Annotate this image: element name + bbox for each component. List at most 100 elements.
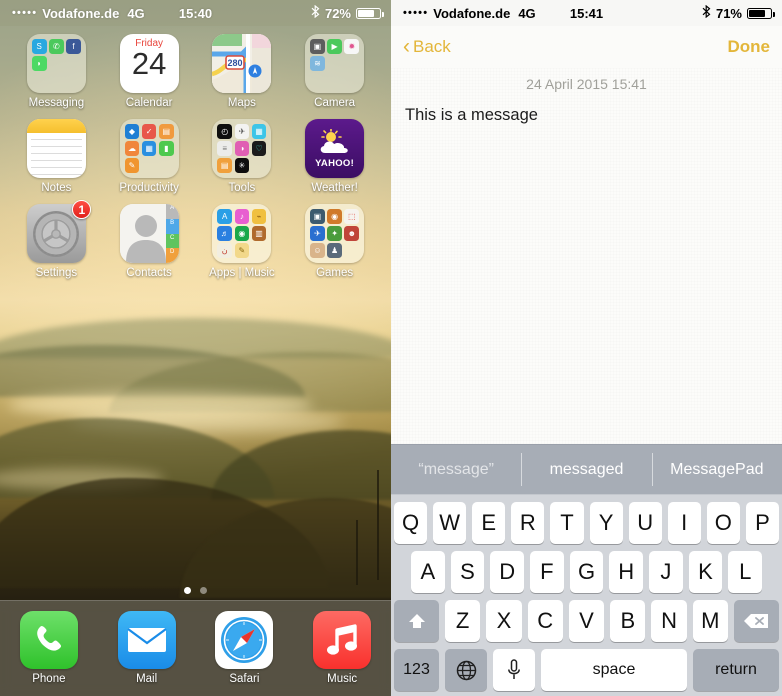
key-O[interactable]: O — [706, 502, 740, 544]
key-W[interactable]: W — [433, 502, 467, 544]
wallpaper-utility-pole — [377, 470, 379, 580]
key-A[interactable]: A — [410, 551, 445, 593]
suggestion-third[interactable]: MessagePad — [651, 445, 782, 494]
key-F[interactable]: F — [530, 551, 564, 593]
bluetooth-icon — [702, 4, 711, 21]
key-H[interactable]: H — [609, 551, 644, 593]
app-calendar[interactable]: Friday 24 Calendar — [110, 34, 188, 109]
dock-label: Music — [327, 673, 358, 685]
flight-game-mini-icon: ✈ — [310, 226, 325, 241]
key-S[interactable]: S — [450, 551, 485, 593]
phone-handset-icon — [37, 626, 61, 651]
clock-mini-icon: ◴ — [217, 124, 233, 139]
key-L[interactable]: L — [728, 551, 763, 593]
key-I[interactable]: I — [667, 502, 701, 544]
key-B[interactable]: B — [610, 600, 646, 642]
app-productivity[interactable]: ◆ ✓ ▤ ☁ ▦ ▮ ✎ Productivity — [110, 119, 188, 194]
app-tools[interactable]: ◴ ✈ ▦ ≡ ◑ ♡ ▤ ✳ Tools — [203, 119, 281, 194]
app-settings[interactable]: 1 Settings — [17, 200, 95, 279]
key-U[interactable]: U — [628, 502, 662, 544]
page-dot[interactable] — [200, 587, 207, 594]
dropbox-mini-icon: ◆ — [124, 124, 140, 139]
key-X[interactable]: X — [486, 600, 522, 642]
key-T[interactable]: T — [550, 502, 584, 544]
garageband-mini-icon: ♬ — [217, 226, 233, 241]
app-label: Maps — [227, 97, 256, 109]
messaging-folder-icon: S ✆ f ◗ — [26, 34, 86, 93]
space-key[interactable]: space — [541, 649, 687, 691]
app-notes[interactable]: Notes — [17, 119, 95, 194]
dock-item-mail[interactable]: Mail — [108, 611, 186, 685]
app-label: Settings — [35, 267, 78, 279]
app-apps-music[interactable]: A ♪ ⌁ ♬ ◉ ▥ ن ✎ Apps | Music — [203, 204, 281, 279]
key-P[interactable]: P — [745, 502, 779, 544]
arabic-app-mini-icon: ن — [217, 243, 233, 258]
safari-compass-icon — [215, 611, 274, 669]
passbook-mini-icon: ▤ — [217, 158, 233, 173]
note-content-text[interactable]: This is a message — [405, 106, 768, 125]
bluetooth-icon-svg — [311, 4, 320, 19]
key-K[interactable]: K — [688, 551, 723, 593]
app-row: 1 Settings A B C D Contacts A ♪ ⌁ ♬ ◉ ▥ … — [10, 200, 381, 279]
dock-label: Safari — [229, 673, 260, 685]
photos-mini-icon: ✹ — [344, 39, 360, 54]
key-Y[interactable]: Y — [589, 502, 623, 544]
contacts-tab: C — [165, 233, 179, 249]
dock-item-music[interactable]: Music — [303, 611, 381, 685]
app-games[interactable]: ▣ ◉ ⬚ ✈ ✦ ☻ ☺ ♟ Games — [296, 204, 374, 279]
wallpaper-utility-pole — [356, 520, 358, 585]
key-Z[interactable]: Z — [445, 600, 481, 642]
done-button[interactable]: Done — [728, 37, 771, 57]
note-text-area[interactable]: 24 April 2015 15:41 This is a message — [391, 68, 782, 444]
apps-music-folder-icon: A ♪ ⌁ ♬ ◉ ▥ ن ✎ — [212, 204, 272, 263]
dock-item-phone[interactable]: Phone — [10, 611, 88, 685]
note-timestamp: 24 April 2015 15:41 — [526, 76, 647, 92]
key-M[interactable]: M — [692, 600, 728, 642]
page-dot-active[interactable] — [184, 587, 191, 594]
return-key[interactable]: return — [693, 649, 779, 691]
suggestion-second[interactable]: messaged — [521, 445, 651, 494]
colors-mini-icon: ◑ — [234, 141, 250, 156]
key-E[interactable]: E — [472, 502, 506, 544]
wallpaper-ridge — [211, 430, 391, 500]
key-N[interactable]: N — [651, 600, 687, 642]
app-label: Notes — [41, 182, 72, 194]
key-V[interactable]: V — [568, 600, 605, 642]
key-R[interactable]: R — [511, 502, 545, 544]
microphone-icon[interactable] — [493, 649, 535, 691]
page-indicator-dots[interactable] — [0, 587, 391, 594]
game-mini-icon: ◉ — [327, 209, 342, 224]
settings-badge-count: 1 — [72, 200, 92, 219]
keyboard-row-1: Q W E R T Y U I O P — [391, 502, 782, 544]
key-Q[interactable]: Q — [394, 502, 428, 544]
camera-folder-icon: ▣ ▶ ✹ ≋ — [305, 34, 365, 93]
dock-item-safari[interactable]: Safari — [205, 611, 283, 685]
bluetooth-icon — [311, 4, 320, 21]
game-mini-icon: ▣ — [310, 209, 325, 224]
app-contacts[interactable]: A B C D Contacts — [110, 204, 188, 279]
back-button[interactable]: ‹ Back — [403, 36, 451, 57]
settings-mini-icon: ≡ — [217, 141, 233, 156]
game-mini-icon: ☻ — [344, 226, 360, 241]
key-J[interactable]: J — [649, 551, 683, 593]
app-messaging[interactable]: S ✆ f ◗ Messaging — [17, 34, 95, 109]
iphone-home-screen: ••••• Vodafone.de 4G 15:40 72% S ✆ f ◗ M… — [0, 0, 391, 696]
airdrop-mini-icon: ✈ — [234, 124, 250, 139]
app-camera[interactable]: ▣ ▶ ✹ ≋ Camera — [296, 34, 374, 109]
app-maps[interactable]: 280 Maps — [203, 34, 281, 109]
suggestion-quoted[interactable]: “message” — [391, 445, 521, 494]
globe-language-icon[interactable] — [445, 649, 487, 691]
backspace-delete-icon[interactable] — [733, 600, 779, 642]
app-weather[interactable]: YAHOO! Weather! — [296, 119, 374, 194]
status-bar-right: ••••• Vodafone.de 4G 15:41 71% — [391, 0, 782, 26]
battery-percent-label: 71% — [715, 5, 742, 21]
shift-arrow-icon[interactable] — [394, 600, 440, 642]
numbers-key[interactable]: 123 — [394, 649, 439, 691]
key-D[interactable]: D — [490, 551, 524, 593]
key-C[interactable]: C — [527, 600, 563, 642]
status-bar-right-cluster: 72% — [311, 4, 384, 21]
contacts-tab: D — [165, 248, 179, 263]
status-bar-left: ••••• Vodafone.de 4G 15:40 72% — [0, 0, 391, 26]
key-G[interactable]: G — [569, 551, 604, 593]
app-label: Apps | Music — [209, 267, 275, 279]
